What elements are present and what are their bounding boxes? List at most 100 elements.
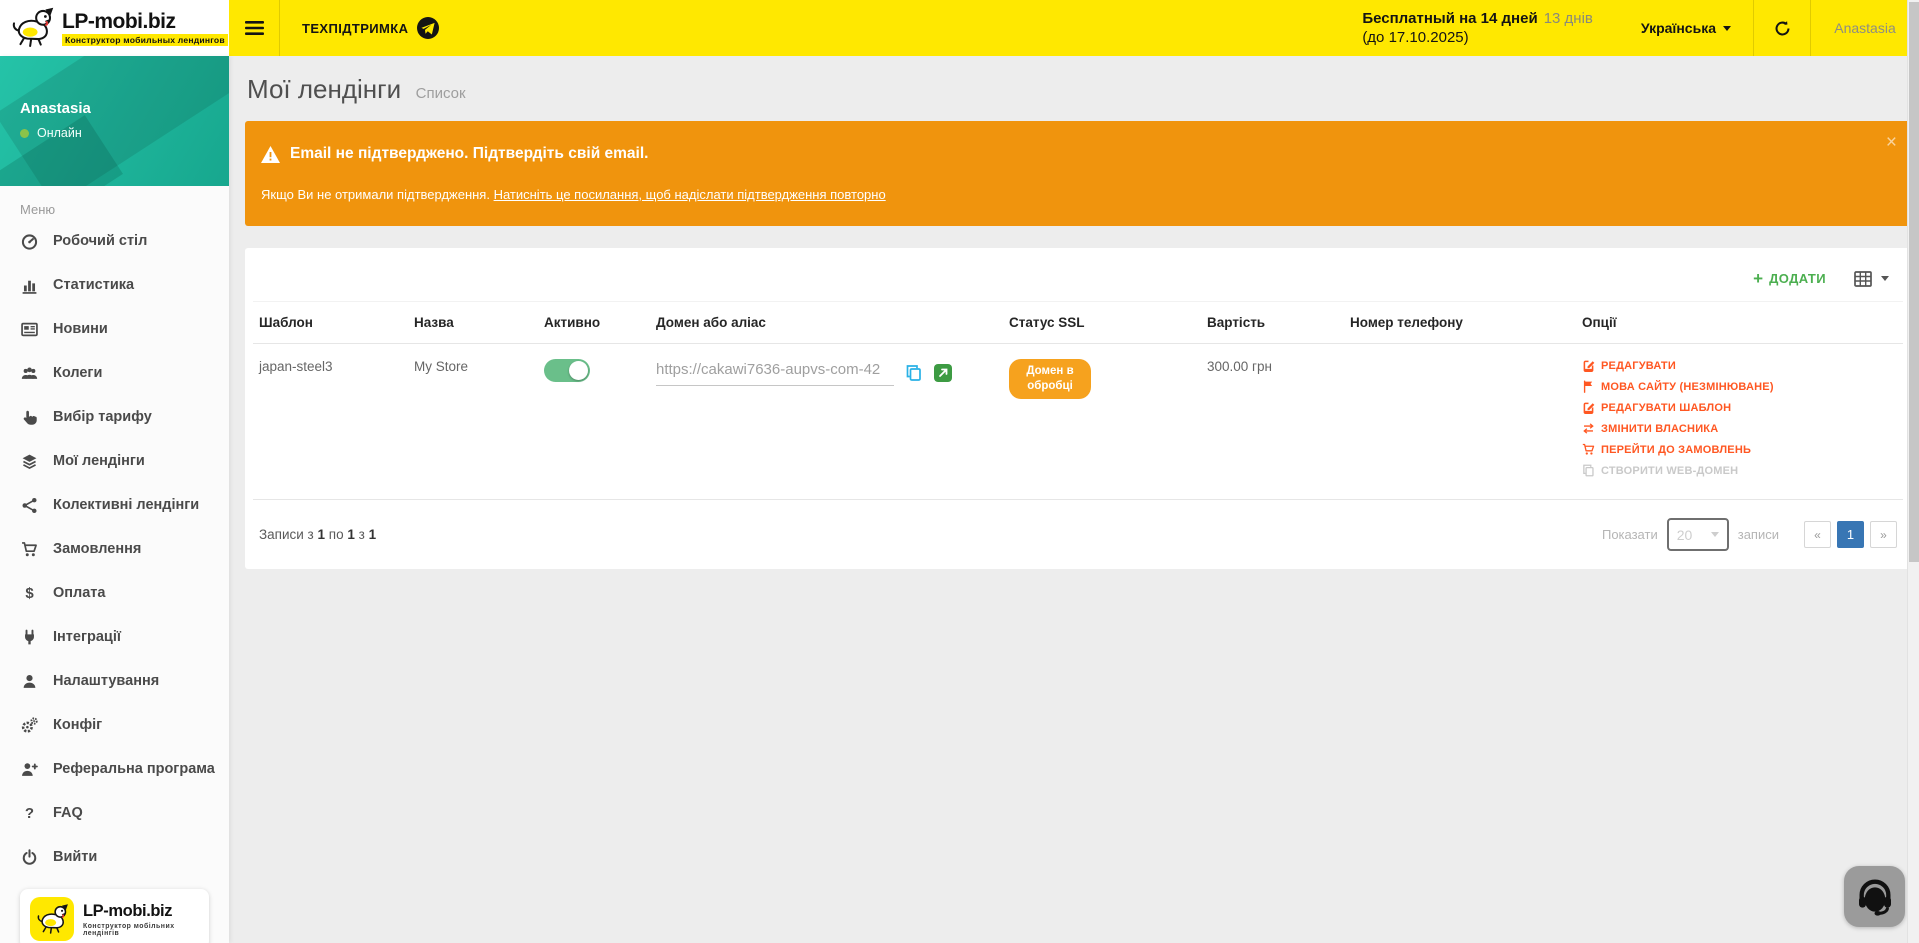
support-chat-button[interactable] [1844,866,1905,927]
sidebar-item-statistics[interactable]: Статистика [0,263,229,307]
sidebar-item-collective-landings[interactable]: Колективні лендінги [0,483,229,527]
next-page-button[interactable]: » [1870,521,1897,548]
col-header-price: Вартість [1201,302,1344,344]
pagination: « 1 » [1804,521,1897,548]
sidebar-item-logout[interactable]: Вийти [0,835,229,879]
columns-dropdown[interactable] [1854,271,1889,287]
chevron-down-icon [1723,26,1731,31]
sidebar-item-orders[interactable]: Замовлення [0,527,229,571]
sidebar-toggle-button[interactable] [229,0,279,56]
sidebar-item-settings[interactable]: Налаштування [0,659,229,703]
col-header-template: Шаблон [253,302,408,344]
transfer-owner-icon [1582,422,1595,435]
main-content: Мої лендінги Список Email не підтверджен… [229,56,1919,943]
power-icon [20,849,39,866]
cell-price: 300.00 грн [1201,344,1344,500]
sidebar-item-config[interactable]: Конфіг [0,703,229,747]
dashboard-icon [20,233,39,250]
add-landing-button[interactable]: + ДОДАТИ [1753,269,1826,289]
option-go-to-orders[interactable]: ПЕРЕЙТИ ДО ЗАМОВЛЕНЬ [1582,443,1897,456]
sidebar-item-dashboard[interactable]: Робочий стіл [0,219,229,263]
external-link-icon [934,364,952,382]
sidebar-item-integrations[interactable]: Інтеграції [0,615,229,659]
alert-text: Якщо Ви не отримали підтвердження. [261,187,494,202]
brand-title: LP-mobi.biz [62,11,228,33]
option-edit-template[interactable]: РЕДАГУВАТИ ШАБЛОН [1582,401,1897,414]
menu-section-label: Меню [0,186,229,219]
question-icon: ? [20,805,39,822]
sidebar: Anastasia Онлайн Меню Робочий стіл Стати… [0,56,229,943]
sidebar-item-colleagues[interactable]: Колеги [0,351,229,395]
colleagues-icon [20,365,39,382]
language-select[interactable]: Українська [1619,0,1753,56]
stats-icon [20,277,39,294]
online-status-dot [20,129,29,138]
page-size-select[interactable]: 20 [1667,518,1729,551]
active-toggle[interactable] [544,359,590,382]
table-grid-icon [1854,271,1872,287]
orders-cart-icon [1582,443,1595,456]
sidebar-item-news[interactable]: Новини [0,307,229,351]
scrollbar-thumb[interactable] [1909,2,1919,562]
sidebar-item-tariff[interactable]: Вибір тарифу [0,395,229,439]
warning-icon [261,146,280,163]
option-change-owner[interactable]: ЗМІНИТИ ВЛАСНИКА [1582,422,1897,435]
close-icon[interactable]: × [1886,133,1897,152]
sidebar-brand-subtitle: Конструктор мобільних лендінгів [83,923,199,937]
domain-input[interactable] [656,359,894,386]
sidebar-menu: Робочий стіл Статистика Новини Колеги Ви… [0,219,229,879]
option-create-web-domain: СТВОРИТИ WEB-ДОМЕН [1582,464,1897,477]
landings-stack-icon [20,453,39,470]
trial-days-left: 13 днів [1544,10,1593,27]
copy-domain-button[interactable] [905,364,923,382]
prev-page-button[interactable]: « [1804,521,1831,548]
headset-icon [1855,877,1895,917]
cell-name: My Store [408,344,538,500]
sidebar-brand-card[interactable]: LP-mobi.biz Конструктор мобільних лендін… [20,889,209,943]
col-header-phone: Номер телефону [1344,302,1576,344]
dog-mascot-icon [8,7,56,49]
brand-subtitle: Конструктор мобильных лендингов [62,34,228,46]
tariff-hand-icon [20,409,39,426]
option-edit[interactable]: РЕДАГУВАТИ [1582,359,1897,372]
page-subtitle: Список [416,85,466,102]
col-header-options: Опції [1576,302,1903,344]
cogs-icon [20,717,39,734]
page-title: Мої лендінги [247,74,401,104]
option-site-language[interactable]: МОВА САЙТУ (НЕЗМІНЮВАНЕ) [1582,380,1897,393]
user-menu[interactable]: Anastasia [1811,0,1919,56]
user-plus-icon [20,761,39,778]
refresh-button[interactable] [1754,0,1810,56]
page-1-button[interactable]: 1 [1837,521,1864,548]
trial-plan-name: Бесплатный на 14 дней [1362,10,1537,27]
plus-icon: + [1753,269,1763,289]
edit-template-icon [1582,401,1595,414]
page-size-label: Показати [1602,527,1658,542]
dollar-icon: $ [20,585,39,602]
online-status-label: Онлайн [37,126,82,140]
profile-name: Anastasia [20,100,209,117]
open-landing-button[interactable] [934,364,952,382]
landings-card: + ДОДАТИ Шаблон Назва Активно [245,248,1911,569]
web-domain-copy-icon [1582,464,1595,477]
sidebar-item-my-landings[interactable]: Мої лендінги [0,439,229,483]
support-link[interactable]: ТЕХПІДТРИМКА [302,17,439,39]
col-header-domain: Домен або аліас [650,302,1003,344]
sidebar-item-referral[interactable]: Реферальна програма [0,747,229,791]
landings-table: Шаблон Назва Активно Домен або аліас Ста… [253,302,1903,500]
sidebar-brand-title: LP-mobi.biz [83,902,199,921]
sidebar-item-payment[interactable]: $ Оплата [0,571,229,615]
telegram-icon [417,17,439,39]
col-header-active: Активно [538,302,650,344]
support-label: ТЕХПІДТРИМКА [302,21,408,36]
sidebar-item-faq[interactable]: ? FAQ [0,791,229,835]
language-icon [1582,380,1595,393]
user-icon [20,673,39,690]
records-label: записи [1738,527,1779,542]
sidebar-profile: Anastasia Онлайн [0,56,229,186]
alert-title: Email не підтверджено. Підтвердіть свій … [290,145,648,163]
resend-confirmation-link[interactable]: Натисніть це посилання, щоб надіслати пі… [494,187,886,202]
orders-cart-icon [20,541,39,558]
records-info: Записи з 1 по 1 з 1 [259,527,376,542]
brand-logo[interactable]: LP-mobi.biz Конструктор мобильных лендин… [0,0,229,56]
